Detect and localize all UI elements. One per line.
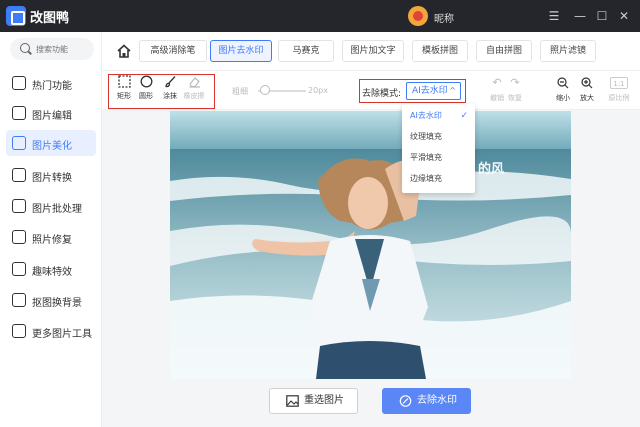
tool-label: 矩形 [117, 92, 131, 100]
user-nickname[interactable]: 昵称 [434, 10, 454, 25]
zoom-in-label: 放大 [580, 94, 594, 102]
rectangle-tool[interactable]: 矩形 [112, 75, 136, 105]
remove-watermark-label: 去除水印 [417, 395, 457, 406]
sidebar-item-hot[interactable]: 热门功能 [6, 70, 96, 96]
title-bar: 改图鸭 昵称 ☰ — ☐ ✕ [0, 0, 640, 32]
redo-icon: ↷ [510, 76, 520, 89]
sidebar: 热门功能 图片编辑 图片美化 图片转换 图片批处理 照片修复 趣味特效 抠图换背… [0, 32, 102, 427]
tab-mosaic[interactable]: 马赛克 [278, 40, 334, 62]
sidebar-item-batch[interactable]: 图片批处理 [6, 193, 96, 219]
sidebar-item-label: 更多图片工具 [32, 329, 92, 340]
convert-icon [12, 168, 26, 182]
mode-option-smooth-fill[interactable]: 平滑填充 [402, 148, 475, 168]
sidebar-item-label: 抠图换背景 [32, 298, 82, 309]
original-ratio-button[interactable]: 1:1 原比例 [608, 77, 630, 107]
zoom-out-button[interactable]: 缩小 [552, 77, 574, 107]
mode-option-label: AI去水印 [410, 111, 442, 120]
sidebar-item-convert[interactable]: 图片转换 [6, 162, 96, 188]
redo-label: 恢复 [508, 94, 522, 102]
tool-label: 圆形 [139, 92, 153, 100]
ratio-icon: 1:1 [610, 77, 628, 89]
sidebar-item-fun-effects[interactable]: 趣味特效 [6, 256, 96, 282]
circle-select-icon [140, 75, 152, 88]
chevron-up-icon: ^ [449, 86, 456, 95]
sidebar-item-cutout[interactable]: 抠图换背景 [6, 287, 96, 313]
redo-button[interactable]: ↷ 恢复 [504, 77, 526, 107]
watermark-text: 的风 [478, 162, 505, 177]
feature-tab-row: 高级消除笔 图片去水印 马赛克 图片加文字 模板拼图 自由拼图 照片滤镜 [102, 32, 640, 70]
tab-template-collage[interactable]: 模板拼图 [412, 40, 468, 62]
sidebar-item-label: 图片批处理 [32, 204, 82, 215]
search-box[interactable] [10, 38, 94, 60]
thickness-label: 粗细 [232, 87, 248, 96]
zoom-in-icon [581, 77, 593, 89]
removal-mode-dropdown: AI去水印 ✓ 纹理填充 平滑填充 边缘填充 [402, 104, 475, 193]
removal-mode-label: 去除模式: [362, 89, 402, 99]
rectangle-select-icon [117, 75, 131, 88]
sidebar-item-label: 趣味特效 [32, 267, 72, 278]
mode-option-edge-fill[interactable]: 边缘填充 [402, 169, 475, 189]
tool-label: 橡皮擦 [183, 92, 205, 100]
photo-repair-icon [12, 230, 26, 244]
fire-icon [12, 76, 26, 90]
image-edit-icon [12, 106, 26, 120]
edit-toolbar: 矩形 圆形 涂抹 橡皮擦 粗细 20px 去除模式: AI去水印 ^ ↶ 撤销 … [102, 70, 640, 110]
toolbox-icon [12, 324, 26, 338]
search-icon [20, 43, 30, 53]
minimize-icon[interactable]: — [570, 6, 590, 26]
sidebar-item-label: 热门功能 [32, 81, 72, 92]
sidebar-item-more-tools[interactable]: 更多图片工具 [6, 318, 96, 344]
tab-remove-watermark[interactable]: 图片去水印 [210, 40, 272, 62]
close-icon[interactable]: ✕ [614, 6, 634, 26]
cutout-icon [12, 293, 26, 307]
app-logo-icon [6, 6, 26, 26]
sidebar-item-image-beautify[interactable]: 图片美化 [6, 130, 96, 156]
mode-option-ai[interactable]: AI去水印 ✓ [402, 106, 475, 126]
sidebar-item-label: 照片修复 [32, 235, 72, 246]
removal-mode-value: AI去水印 [412, 86, 448, 96]
remove-watermark-button[interactable]: 去除水印 [382, 388, 471, 414]
brush-tool[interactable]: 涂抹 [158, 75, 182, 105]
tool-label: 涂抹 [163, 92, 177, 100]
reselect-image-label: 重选图片 [304, 395, 344, 406]
sidebar-item-photo-repair[interactable]: 照片修复 [6, 224, 96, 250]
image-icon [286, 395, 299, 407]
user-avatar[interactable] [408, 6, 428, 26]
circle-tool[interactable]: 圆形 [134, 75, 158, 105]
sparkle-icon [12, 262, 26, 276]
sidebar-item-image-edit[interactable]: 图片编辑 [6, 100, 96, 126]
home-icon[interactable] [116, 43, 132, 59]
original-ratio-label: 原比例 [608, 94, 630, 102]
photo-canvas[interactable] [170, 111, 571, 379]
zoom-in-button[interactable]: 放大 [576, 77, 598, 107]
app-title: 改图鸭 [30, 11, 70, 26]
maximize-icon[interactable]: ☐ [592, 6, 612, 26]
image-beautify-icon [12, 136, 26, 150]
check-icon: ✓ [460, 111, 468, 121]
sidebar-item-label: 图片美化 [32, 141, 72, 152]
sidebar-item-label: 图片转换 [32, 173, 72, 184]
tab-advanced-eraser[interactable]: 高级消除笔 [139, 40, 207, 62]
removal-mode-select[interactable]: AI去水印 ^ [406, 82, 461, 100]
eraser-icon [188, 77, 200, 88]
undo-icon: ↶ [492, 76, 502, 89]
brush-icon [164, 76, 175, 88]
tab-add-text[interactable]: 图片加文字 [342, 40, 404, 62]
eraser-tool[interactable]: 橡皮擦 [182, 75, 206, 105]
reselect-image-button[interactable]: 重选图片 [269, 388, 358, 414]
sidebar-item-label: 图片编辑 [32, 111, 72, 122]
menu-icon[interactable]: ☰ [544, 6, 564, 26]
thickness-value: 20px [308, 86, 328, 95]
search-input[interactable] [36, 41, 92, 57]
wand-icon [399, 395, 412, 407]
zoom-out-icon [557, 77, 569, 89]
zoom-out-label: 缩小 [556, 94, 570, 102]
mode-option-texture-fill[interactable]: 纹理填充 [402, 127, 475, 147]
batch-icon [12, 199, 26, 213]
tab-photo-filter[interactable]: 照片滤镜 [540, 40, 596, 62]
tab-free-collage[interactable]: 自由拼图 [476, 40, 532, 62]
thickness-slider-knob[interactable] [260, 85, 270, 95]
